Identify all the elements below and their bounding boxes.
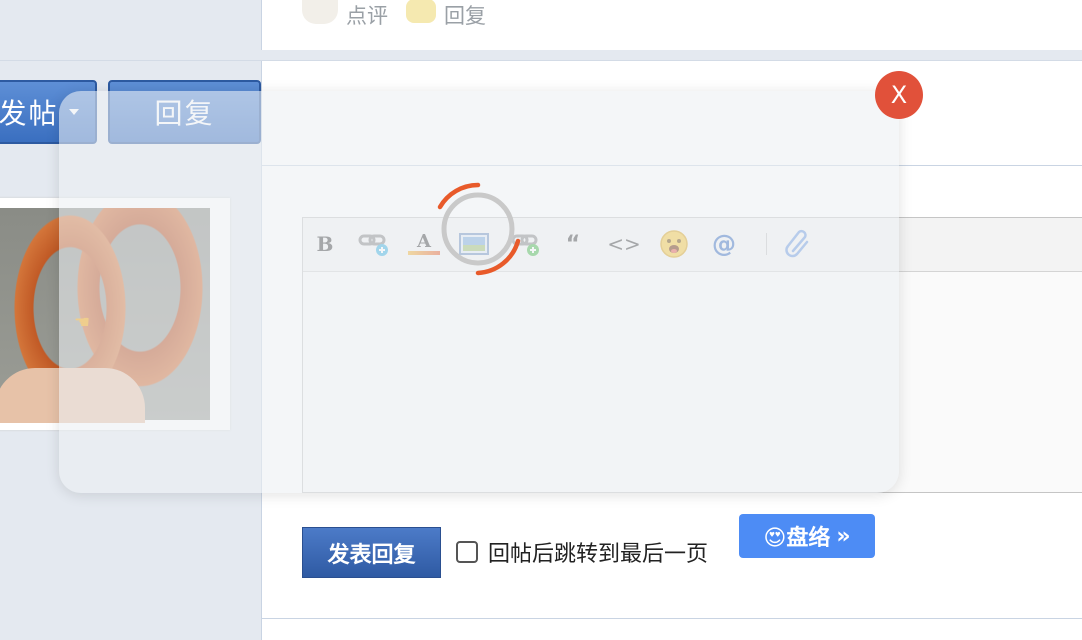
bottom-divider [261, 618, 1082, 619]
submit-reply-label: 发表回复 [327, 542, 416, 568]
jump-to-last-page-checkbox[interactable] [456, 541, 478, 563]
top-left-panel [0, 0, 261, 50]
top-separator-bar [0, 50, 1082, 61]
translucent-overlay-panel [59, 91, 899, 493]
close-icon: X [890, 81, 908, 109]
comment-action[interactable]: 点评 [302, 0, 388, 30]
loading-spinner-icon [437, 182, 521, 276]
post-actions: 点评 回复 [302, 0, 486, 30]
top-strip [0, 0, 1082, 61]
speech-bubble-icon [406, 0, 436, 23]
reply-action[interactable]: 回复 [406, 0, 486, 30]
jump-to-last-page-option: 回帖后跳转到最后一页 [456, 536, 708, 568]
close-button[interactable]: X [875, 71, 923, 119]
new-post-label: 发帖 [0, 97, 59, 130]
coffee-cup-icon [302, 0, 338, 24]
panluo-label: 😍盘络 [763, 526, 831, 551]
reply-action-label: 回复 [444, 4, 486, 28]
comment-label: 点评 [346, 4, 388, 28]
submit-reply-button[interactable]: 发表回复 [302, 527, 441, 578]
panluo-button[interactable]: 😍盘络 » [739, 514, 875, 558]
double-chevron-right-icon: » [836, 523, 851, 549]
jump-to-last-page-label: 回帖后跳转到最后一页 [488, 542, 709, 567]
